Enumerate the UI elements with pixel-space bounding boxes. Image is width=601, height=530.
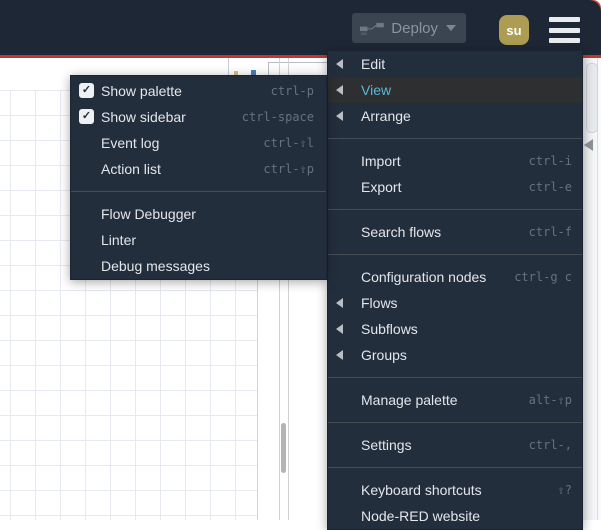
app-header: Deploy su	[0, 0, 601, 55]
menu-item-shortcut: ctrl-g c	[514, 270, 572, 284]
menu-item-label: Configuration nodes	[361, 269, 487, 285]
menu-item-shortcut: alt-⇧p	[528, 393, 572, 407]
deploy-label: Deploy	[391, 19, 438, 37]
user-avatar[interactable]: su	[499, 15, 529, 45]
avatar-initials: su	[506, 22, 522, 38]
menu-separator	[328, 377, 582, 378]
menu-item-label: Flows	[361, 295, 398, 311]
menu-item-label: Arrange	[361, 108, 411, 124]
menu-item-node-red-website[interactable]: Node-RED website	[328, 503, 582, 529]
menu-item-label: Export	[361, 179, 402, 195]
menu-item-label: View	[361, 82, 392, 98]
submenu-arrow-icon	[336, 85, 343, 95]
menu-item-shortcut: ctrl-p	[270, 84, 314, 98]
menu-item-groups[interactable]: Groups	[328, 342, 582, 368]
deploy-dropdown-caret-icon[interactable]	[446, 25, 456, 31]
menu-item-shortcut: ctrl-⇧l	[263, 136, 314, 150]
hamburger-bar	[549, 38, 580, 43]
menu-item-view[interactable]: View	[328, 77, 582, 103]
workspace-vscrollbar-thumb[interactable]	[281, 423, 286, 473]
menu-item-label: Manage palette	[361, 392, 458, 408]
main-menu: Edit View Arrange Import ctrl-i Export ctrl-e S…	[327, 50, 583, 530]
sidebar-scrollbar-thumb[interactable]	[586, 63, 598, 133]
submenu-item-linter[interactable]: Linter	[71, 227, 326, 253]
submenu-item-event-log[interactable]: Event log ctrl-⇧l	[71, 130, 326, 156]
menu-item-shortcut: ctrl-e	[528, 180, 572, 194]
menu-item-label: Show sidebar	[101, 109, 186, 125]
submenu-arrow-icon	[336, 298, 343, 308]
menu-item-label: Node-RED website	[361, 508, 481, 524]
menu-item-label: Subflows	[361, 321, 418, 337]
submenu-item-show-sidebar[interactable]: ✓ Show sidebar ctrl-space	[71, 104, 326, 130]
menu-item-shortcut: ⇧?	[557, 483, 572, 497]
menu-separator	[328, 254, 582, 255]
hamburger-bar	[549, 17, 580, 22]
menu-item-label: Debug messages	[101, 258, 210, 274]
checkbox-checked-icon: ✓	[79, 109, 94, 124]
menu-separator	[71, 191, 326, 192]
menu-item-arrange[interactable]: Arrange	[328, 103, 582, 129]
menu-item-settings[interactable]: Settings ctrl-,	[328, 432, 582, 458]
submenu-arrow-icon	[336, 111, 343, 121]
submenu-item-debug-messages[interactable]: Debug messages	[71, 253, 326, 279]
view-submenu: ✓ Show palette ctrl-p ✓ Show sidebar ctrl-spa…	[70, 75, 327, 280]
deploy-button[interactable]: Deploy	[352, 13, 466, 43]
deploy-icon	[360, 22, 384, 35]
menu-item-configuration-nodes[interactable]: Configuration nodes ctrl-g c	[328, 264, 582, 290]
menu-item-flows[interactable]: Flows	[328, 290, 582, 316]
menu-item-label: Groups	[361, 347, 407, 363]
submenu-item-show-palette[interactable]: ✓ Show palette ctrl-p	[71, 78, 326, 104]
menu-item-label: Flow Debugger	[101, 206, 196, 222]
submenu-arrow-icon	[336, 350, 343, 360]
menu-item-label: Import	[361, 153, 401, 169]
checkbox-checked-icon: ✓	[79, 83, 94, 98]
menu-item-shortcut: ctrl-⇧p	[263, 162, 314, 176]
menu-separator	[328, 138, 582, 139]
menu-item-label: Edit	[361, 56, 386, 72]
submenu-item-action-list[interactable]: Action list ctrl-⇧p	[71, 156, 326, 182]
submenu-arrow-icon	[336, 324, 343, 334]
menu-item-keyboard-shortcuts[interactable]: Keyboard shortcuts ⇧?	[328, 477, 582, 503]
menu-item-label: Show palette	[101, 83, 182, 99]
submenu-item-flow-debugger[interactable]: Flow Debugger	[71, 201, 326, 227]
menu-item-shortcut: ctrl-f	[528, 225, 572, 239]
menu-separator	[328, 209, 582, 210]
hamburger-bar	[549, 27, 580, 33]
menu-item-edit[interactable]: Edit	[328, 51, 582, 77]
menu-item-shortcut: ctrl-space	[241, 110, 314, 124]
menu-item-label: Keyboard shortcuts	[361, 482, 482, 498]
sidebar-expand-arrow-icon[interactable]	[584, 139, 593, 151]
menu-item-export[interactable]: Export ctrl-e	[328, 174, 582, 200]
menu-item-search-flows[interactable]: Search flows ctrl-f	[328, 219, 582, 245]
menu-item-label: Linter	[101, 232, 137, 248]
menu-item-subflows[interactable]: Subflows	[328, 316, 582, 342]
menu-separator	[328, 467, 582, 468]
menu-item-shortcut: ctrl-i	[528, 154, 572, 168]
menu-item-shortcut: ctrl-,	[528, 438, 572, 452]
menu-item-label: Event log	[101, 135, 160, 151]
menu-item-label: Action list	[101, 161, 161, 177]
sidebar-strip	[583, 58, 601, 520]
submenu-arrow-icon	[336, 59, 343, 69]
hamburger-menu-icon[interactable]	[549, 17, 580, 43]
menu-item-label: Search flows	[361, 224, 442, 240]
menu-item-manage-palette[interactable]: Manage palette alt-⇧p	[328, 387, 582, 413]
menu-separator	[328, 422, 582, 423]
menu-item-label: Settings	[361, 437, 412, 453]
menu-item-import[interactable]: Import ctrl-i	[328, 148, 582, 174]
